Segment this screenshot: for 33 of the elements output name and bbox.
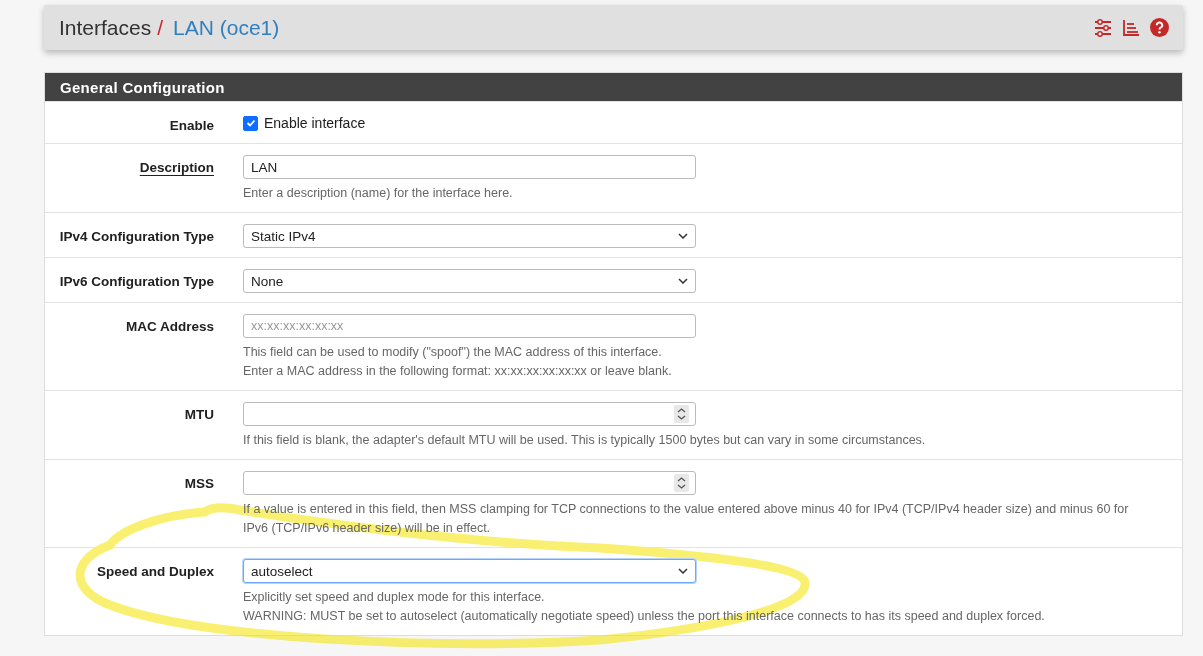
spinner-icon[interactable] xyxy=(674,405,689,423)
help-text: Enter a MAC address in the following format: xx:xx:xx:xx:xx:xx or leave blank. xyxy=(243,363,673,380)
breadcrumb-separator: / xyxy=(157,15,164,40)
dropdown[interactable]: autoselect xyxy=(243,559,696,583)
chevron-down-icon xyxy=(678,568,688,574)
help-text: Enter a description (name) for the interface here. xyxy=(243,185,514,202)
help-text: If this field is blank, the adapter's default MTU will be used. This is typically 1500 bytes but can vary in some circumstances. xyxy=(243,432,927,449)
panel-heading: General Configuration xyxy=(45,73,1182,101)
help-text: This field can be used to modify ("spoof") the MAC address of this interface. xyxy=(243,344,663,361)
settings-icon[interactable] xyxy=(1094,18,1112,37)
help-text: Explicitly set speed and duplex mode for this interface. xyxy=(243,589,546,606)
field-label: Description xyxy=(139,160,214,175)
field-label: Enable xyxy=(169,118,214,133)
number-field[interactable] xyxy=(243,402,696,426)
checkbox-label: Enable interface xyxy=(264,115,366,131)
chevron-down-icon xyxy=(678,278,688,284)
field-label: MSS xyxy=(184,476,214,491)
spinner-icon[interactable] xyxy=(674,474,689,492)
field-label: MAC Address xyxy=(126,319,214,334)
dropdown[interactable]: None xyxy=(243,269,696,293)
dropdown[interactable]: Static IPv4 xyxy=(243,224,696,248)
field-label: IPv6 Configuration Type xyxy=(59,274,214,289)
field-label: Speed and Duplex xyxy=(96,564,214,579)
bar-chart-icon[interactable] xyxy=(1122,18,1140,37)
checkbox[interactable] xyxy=(243,115,258,131)
breadcrumb-section: Interfaces xyxy=(59,15,152,40)
field-label: IPv4 Configuration Type xyxy=(59,229,214,244)
number-field[interactable] xyxy=(243,471,696,495)
chevron-down-icon xyxy=(678,233,688,239)
check-icon xyxy=(245,118,256,128)
text-field[interactable]: LAN xyxy=(243,155,696,179)
field-label: MTU xyxy=(184,407,214,422)
help-icon[interactable] xyxy=(1150,18,1169,37)
